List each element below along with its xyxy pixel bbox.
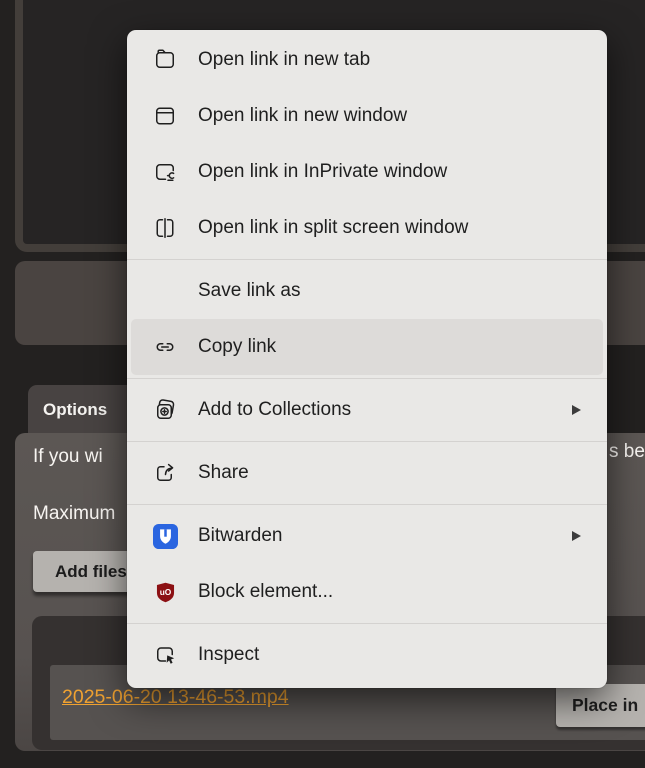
menu-item-copy-link[interactable]: Copy link [131, 319, 603, 375]
svg-text:uO: uO [159, 587, 171, 597]
bitwarden-icon [152, 523, 178, 549]
empty-icon-slot [152, 278, 178, 304]
options-text-fragment-right: s be [609, 441, 645, 462]
menu-separator [127, 504, 607, 505]
new-tab-icon [152, 47, 178, 73]
submenu-arrow-icon [572, 405, 581, 415]
collections-icon [152, 397, 178, 423]
link-icon [152, 334, 178, 360]
inprivate-icon [152, 159, 178, 185]
tab-options-label: Options [43, 399, 108, 419]
menu-item-bitwarden[interactable]: Bitwarden [131, 508, 603, 564]
context-menu: Open link in new tab Open link in new wi… [127, 30, 607, 688]
menu-separator [127, 259, 607, 260]
menu-separator [127, 623, 607, 624]
menu-item-open-link-inprivate[interactable]: Open link in InPrivate window [131, 144, 603, 200]
add-files-button[interactable]: Add files [33, 551, 137, 592]
menu-separator [127, 378, 607, 379]
place-in-button[interactable]: Place in [556, 684, 645, 727]
inspect-icon [152, 642, 178, 668]
menu-separator [127, 441, 607, 442]
menu-item-open-link-new-window[interactable]: Open link in new window [131, 88, 603, 144]
submenu-arrow-icon [572, 531, 581, 541]
browser-page: Options If you wi s be Maximum Add files… [0, 0, 645, 768]
menu-item-add-to-collections[interactable]: Add to Collections [131, 382, 603, 438]
options-text-fragment-maximum: Maximum [33, 503, 116, 524]
ublock-icon: uO [152, 579, 178, 605]
menu-item-save-link-as[interactable]: Save link as [131, 263, 603, 319]
menu-item-open-link-new-tab[interactable]: Open link in new tab [131, 32, 603, 88]
file-link[interactable]: 2025-06-20 13-46-53.mp4 [62, 686, 289, 709]
options-text-fragment-left: If you wi [33, 446, 103, 467]
menu-item-block-element[interactable]: uO Block element... [131, 564, 603, 620]
split-screen-icon [152, 215, 178, 241]
menu-item-open-link-split-screen[interactable]: Open link in split screen window [131, 200, 603, 256]
menu-item-inspect[interactable]: Inspect [131, 627, 603, 683]
share-icon [152, 460, 178, 486]
new-window-icon [152, 103, 178, 129]
menu-item-share[interactable]: Share [131, 445, 603, 501]
